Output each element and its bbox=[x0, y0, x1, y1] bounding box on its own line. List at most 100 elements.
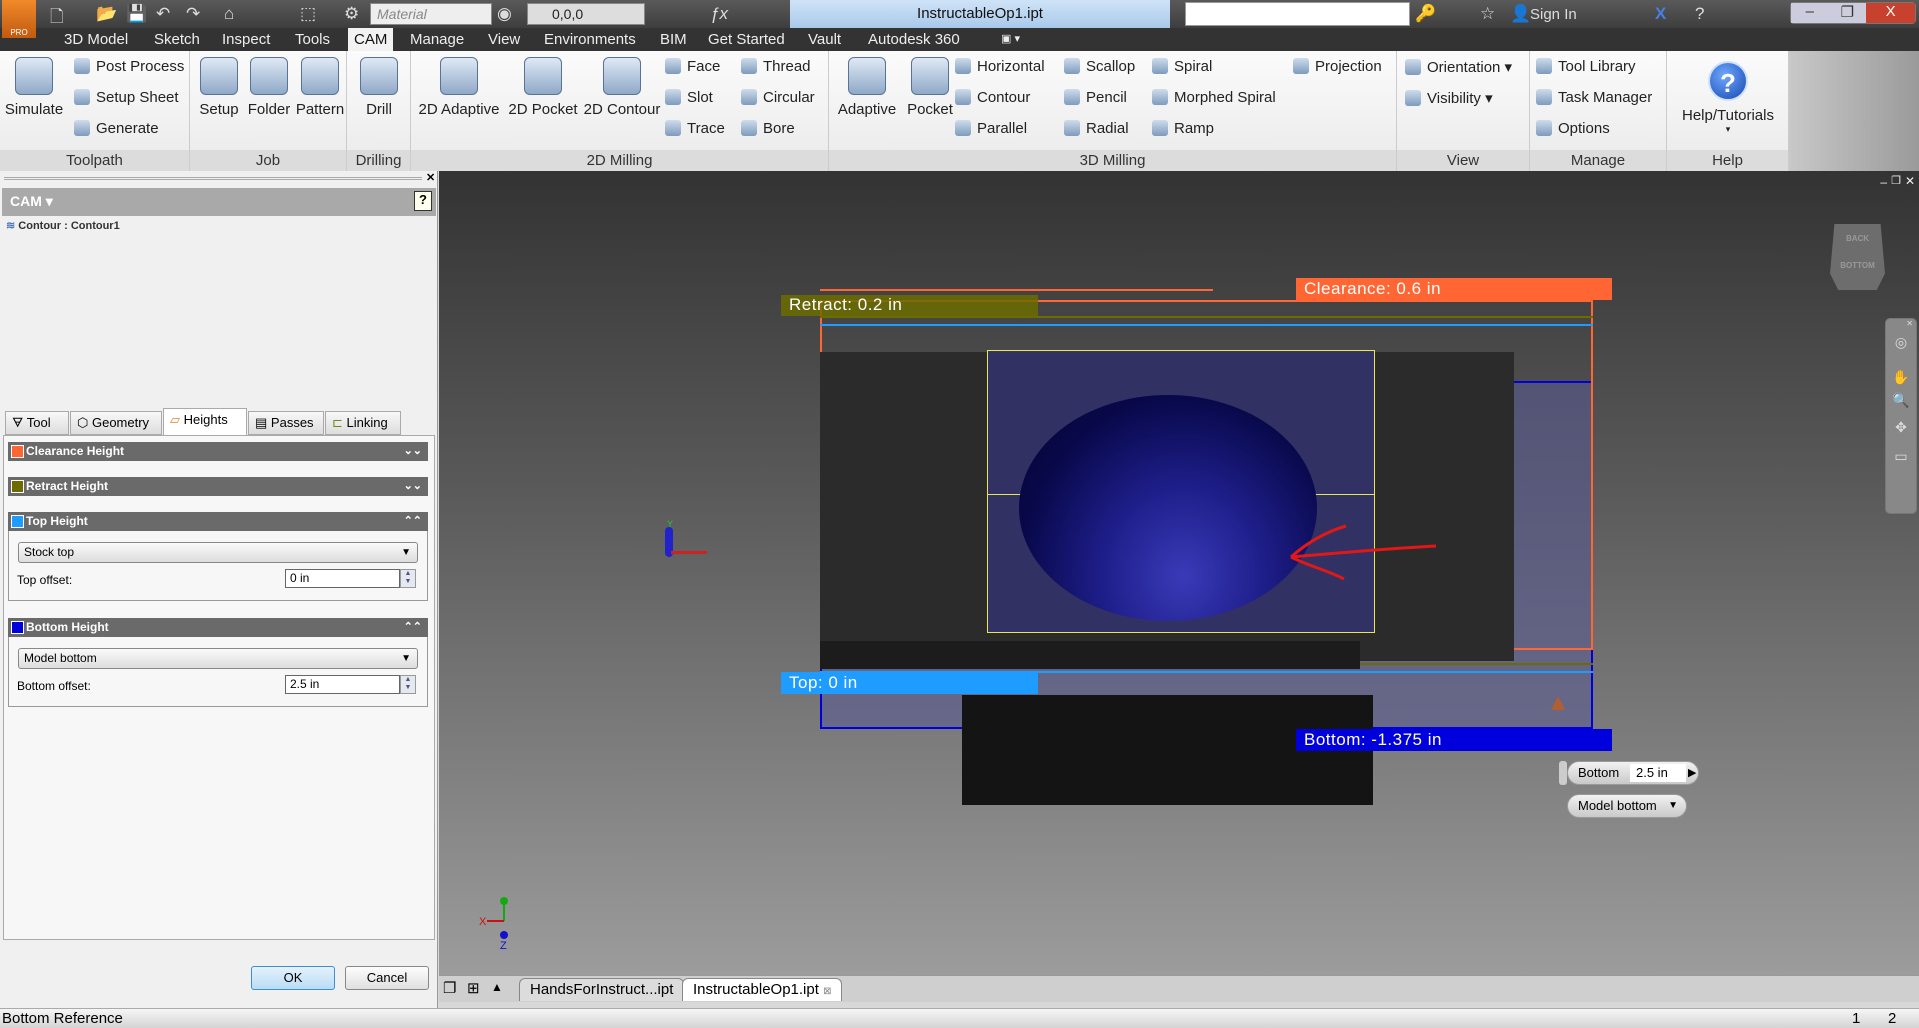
orbit-icon[interactable]: ✥ bbox=[1886, 419, 1916, 436]
spiral-button[interactable]: Spiral bbox=[1152, 58, 1212, 75]
ramp-button[interactable]: Ramp bbox=[1152, 120, 1214, 137]
drill-button[interactable]: Drill bbox=[351, 57, 407, 118]
2d-adaptive-button[interactable]: 2D Adaptive bbox=[415, 57, 503, 118]
tab-view[interactable]: View bbox=[482, 28, 526, 51]
minimize-button[interactable]: – bbox=[1791, 3, 1829, 23]
post-process-button[interactable]: Post Process bbox=[74, 58, 184, 75]
tab-environments[interactable]: Environments bbox=[538, 28, 642, 51]
section-retract-height[interactable]: Retract Height ⌄⌄ bbox=[8, 477, 428, 496]
zoom-icon[interactable]: 🔍 bbox=[1886, 392, 1916, 409]
slot-button[interactable]: Slot bbox=[665, 89, 713, 106]
graphics-viewport[interactable]: – ❐ ✕ Clearance: 0.6 in Retract: 0.2 in … bbox=[439, 171, 1919, 975]
bottom-offset-spinner[interactable]: ▲ ▼ bbox=[400, 675, 416, 694]
open-icon[interactable]: 📂 bbox=[96, 4, 117, 24]
tool-library-button[interactable]: Tool Library bbox=[1536, 58, 1636, 75]
settings-icon[interactable]: ⚙ bbox=[344, 4, 359, 24]
scallop-button[interactable]: Scallop bbox=[1064, 58, 1135, 75]
exchange-icon[interactable]: X bbox=[1655, 4, 1666, 24]
redo-icon[interactable]: ↷ bbox=[186, 4, 200, 24]
app-logo[interactable]: PRO bbox=[2, 0, 36, 38]
tab-geometry[interactable]: ⬡ Geometry bbox=[70, 411, 162, 435]
key-icon[interactable]: 🔑 bbox=[1415, 4, 1436, 24]
tab-vault[interactable]: Vault bbox=[802, 28, 847, 51]
contour-button[interactable]: Contour bbox=[955, 89, 1030, 106]
2d-pocket-button[interactable]: 2D Pocket bbox=[503, 57, 583, 118]
steering-wheel-icon[interactable]: ◎ bbox=[1886, 334, 1916, 351]
section-bottom-height[interactable]: Bottom Height ⌃⌃ bbox=[8, 618, 428, 637]
pocket-button[interactable]: Pocket bbox=[901, 57, 959, 118]
setup-sheet-button[interactable]: Setup Sheet bbox=[74, 89, 179, 106]
collapse-icon[interactable]: ⌃⌃ bbox=[404, 512, 422, 531]
bottom-offset-input[interactable]: 2.5 in bbox=[285, 675, 400, 694]
thread-button[interactable]: Thread bbox=[741, 58, 811, 75]
pattern-button[interactable]: Pattern bbox=[293, 57, 347, 118]
save-icon[interactable]: 💾 bbox=[126, 4, 147, 24]
pencil-button[interactable]: Pencil bbox=[1064, 89, 1127, 106]
height-drag-handle[interactable] bbox=[1551, 696, 1565, 710]
panel-title-dropdown[interactable]: CAM ▾ bbox=[10, 193, 53, 210]
tab-cam[interactable]: CAM bbox=[348, 28, 394, 51]
inline-value-input[interactable]: 2.5 in bbox=[1630, 764, 1686, 782]
tab-heights[interactable]: ▱ Heights bbox=[163, 408, 247, 436]
panel-close-icon[interactable]: ✕ bbox=[426, 171, 435, 184]
options-button[interactable]: Options bbox=[1536, 120, 1610, 137]
tab-sketch[interactable]: Sketch bbox=[148, 28, 206, 51]
cascade-windows-icon[interactable]: ❐ bbox=[443, 979, 456, 997]
inline-reference-dropdown[interactable]: Model bottom ▼ bbox=[1567, 794, 1687, 818]
tab-linking[interactable]: ⊏ Linking bbox=[325, 411, 401, 435]
viewcube[interactable]: BACK BOTTOM bbox=[1830, 224, 1885, 290]
navbar-close-icon[interactable]: ✕ bbox=[1886, 319, 1916, 328]
parallel-button[interactable]: Parallel bbox=[955, 120, 1027, 137]
circular-button[interactable]: Circular bbox=[741, 89, 815, 106]
radial-button[interactable]: Radial bbox=[1064, 120, 1129, 137]
2d-contour-button[interactable]: 2D Contour bbox=[579, 57, 665, 118]
cancel-button[interactable]: Cancel bbox=[345, 966, 429, 990]
bore-button[interactable]: Bore bbox=[741, 120, 795, 137]
close-button[interactable]: X bbox=[1866, 3, 1915, 23]
simulate-button[interactable]: Simulate bbox=[2, 57, 66, 118]
doc-tab-hands[interactable]: HandsForInstruct...ipt bbox=[519, 978, 685, 1001]
material-select[interactable]: Material bbox=[370, 3, 492, 25]
panel-help-icon[interactable]: ? bbox=[414, 191, 432, 211]
pan-hand-icon[interactable]: ✋ bbox=[1886, 369, 1916, 386]
appearance-select[interactable]: 0,0,0 bbox=[527, 3, 645, 25]
collapse-icon[interactable]: ⌃⌃ bbox=[404, 618, 422, 637]
projection-button[interactable]: Projection bbox=[1293, 58, 1382, 75]
generate-button[interactable]: Generate bbox=[74, 120, 159, 137]
tab-close-icon[interactable]: ⊠ bbox=[823, 986, 831, 997]
help-tutorials-button[interactable]: ? Help/Tutorials ▾ bbox=[1667, 57, 1789, 135]
tile-windows-icon[interactable]: ⊞ bbox=[467, 979, 480, 997]
expand-icon[interactable]: ⌄⌄ bbox=[404, 442, 422, 461]
tab-3d-model[interactable]: 3D Model bbox=[58, 28, 134, 51]
tab-autodesk-360[interactable]: Autodesk 360 bbox=[862, 28, 966, 51]
tab-bim[interactable]: BIM bbox=[654, 28, 693, 51]
setup-button[interactable]: Setup bbox=[194, 57, 244, 118]
help-icon[interactable]: ? bbox=[1695, 4, 1704, 24]
top-offset-input[interactable]: 0 in bbox=[285, 569, 400, 588]
face-button[interactable]: Face bbox=[665, 58, 720, 75]
doc-tab-instructable[interactable]: InstructableOp1.ipt ⊠ bbox=[682, 978, 843, 1001]
color-wheel-icon[interactable]: ◉ bbox=[497, 4, 512, 24]
undo-icon[interactable]: ↶ bbox=[156, 4, 170, 24]
select-icon[interactable]: ⬚ bbox=[300, 4, 316, 24]
home-icon[interactable]: ⌂ bbox=[224, 4, 234, 24]
trace-button[interactable]: Trace bbox=[665, 120, 725, 137]
task-manager-button[interactable]: Task Manager bbox=[1536, 89, 1652, 106]
adaptive-button[interactable]: Adaptive bbox=[833, 57, 901, 118]
play-arrow-icon[interactable]: ▶ bbox=[1688, 762, 1696, 784]
visibility-dropdown[interactable]: Visibility ▾ bbox=[1405, 89, 1493, 107]
tab-list-up-icon[interactable]: ▲ bbox=[491, 980, 503, 994]
ok-button[interactable]: OK bbox=[251, 966, 335, 990]
look-at-icon[interactable]: ▭ bbox=[1886, 448, 1916, 465]
horizontal-button[interactable]: Horizontal bbox=[955, 58, 1045, 75]
top-reference-select[interactable]: Stock top ▼ bbox=[18, 542, 418, 563]
tab-tool[interactable]: 🜃 Tool bbox=[5, 411, 69, 435]
expand-icon[interactable]: ⌄⌄ bbox=[404, 477, 422, 496]
sign-in-link[interactable]: Sign In bbox=[1530, 6, 1577, 23]
bottom-reference-select[interactable]: Model bottom ▼ bbox=[18, 648, 418, 669]
search-input[interactable] bbox=[1185, 2, 1410, 26]
tab-get-started[interactable]: Get Started bbox=[702, 28, 791, 51]
panel-grip[interactable] bbox=[4, 177, 422, 180]
section-top-height[interactable]: Top Height ⌃⌃ bbox=[8, 512, 428, 531]
morphed-spiral-button[interactable]: Morphed Spiral bbox=[1152, 89, 1276, 106]
